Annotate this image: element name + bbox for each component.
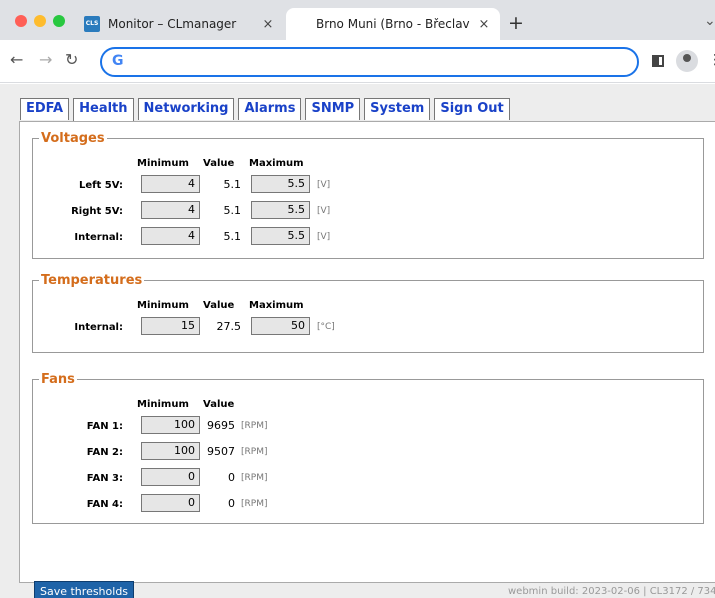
min-input[interactable]: 15: [141, 317, 200, 335]
tab-snmp[interactable]: SNMP: [305, 98, 361, 120]
min-input[interactable]: 100: [141, 416, 200, 434]
max-input[interactable]: 50: [251, 317, 310, 335]
browser-toolbar: ← → ↻ G ⋮: [0, 40, 715, 83]
header-value: Value: [203, 300, 235, 311]
tab-sign-out[interactable]: Sign Out: [434, 98, 510, 120]
tab-title: Monitor – CLmanager: [108, 17, 237, 31]
row-label: Left 5V:: [78, 180, 123, 191]
profile-icon[interactable]: [676, 50, 698, 72]
max-input[interactable]: 5.5: [251, 227, 310, 245]
header-value: Value: [203, 158, 235, 169]
temperatures-section: Temperatures Minimum Value Maximum Inter…: [32, 273, 704, 353]
current-value: 0: [228, 497, 235, 510]
menu-icon[interactable]: ⋮: [708, 51, 715, 69]
current-value: 9507: [207, 445, 235, 458]
header-minimum: Minimum: [137, 300, 189, 311]
header-maximum: Maximum: [249, 158, 304, 169]
row-label: FAN 1:: [86, 421, 123, 432]
browser-tab-brno[interactable]: Brno Muni (Brno - Břeclav - O ×: [286, 8, 500, 40]
unit-label: [RPM]: [241, 447, 268, 457]
nav-tabs: EDFA Health Networking Alarms SNMP Syste…: [20, 98, 514, 122]
current-value: 5.1: [223, 204, 242, 217]
row-label: FAN 4:: [86, 499, 123, 510]
health-panel: Voltages Minimum Value Maximum Left 5V: …: [19, 121, 715, 598]
row-label: Right 5V:: [71, 206, 123, 217]
current-value: 5.1: [223, 230, 242, 243]
max-input[interactable]: 5.5: [251, 175, 310, 193]
row-label: Internal:: [74, 232, 123, 243]
chevron-down-icon[interactable]: ⌄: [704, 13, 715, 29]
unit-label: [V]: [317, 232, 331, 242]
google-icon: G: [112, 53, 124, 69]
unit-label: [RPM]: [241, 473, 268, 483]
min-input[interactable]: 4: [141, 175, 200, 193]
new-tab-icon[interactable]: +: [508, 14, 524, 33]
tab-title: Brno Muni (Brno - Břeclav - O: [316, 17, 474, 31]
sidebar-icon[interactable]: [652, 55, 664, 67]
min-input[interactable]: 100: [141, 442, 200, 460]
unit-label: [RPM]: [241, 499, 268, 509]
tab-networking[interactable]: Networking: [137, 98, 235, 120]
window-close-button[interactable]: [15, 15, 27, 27]
unit-label: [°C]: [317, 322, 335, 332]
build-footer: webmin build: 2023-02-06 | CL3172 / 734: [508, 586, 715, 597]
max-input[interactable]: 5.5: [251, 201, 310, 219]
back-icon[interactable]: ←: [10, 51, 23, 69]
current-value: 0: [228, 471, 235, 484]
reload-icon[interactable]: ↻: [65, 51, 78, 69]
tab-health[interactable]: Health: [73, 98, 134, 122]
min-input[interactable]: 0: [141, 494, 200, 512]
browser-tab-monitor[interactable]: CLS Monitor – CLmanager ×: [80, 8, 284, 40]
min-input[interactable]: 4: [141, 201, 200, 219]
min-input[interactable]: 0: [141, 468, 200, 486]
section-title: Temperatures: [41, 273, 143, 288]
forward-icon[interactable]: →: [39, 51, 52, 69]
unit-label: [V]: [317, 180, 331, 190]
header-maximum: Maximum: [249, 300, 304, 311]
save-thresholds-button[interactable]: Save thresholds: [34, 581, 135, 598]
current-value: 5.1: [223, 178, 242, 191]
current-value: 9695: [207, 419, 235, 432]
tab-system[interactable]: System: [364, 98, 431, 120]
fans-section: Fans Minimum Value FAN 1: 100 9695 [RPM]…: [32, 372, 704, 524]
section-title: Voltages: [41, 131, 105, 146]
page-body: EDFA Health Networking Alarms SNMP Syste…: [0, 84, 715, 598]
row-label: FAN 3:: [86, 473, 123, 484]
min-input[interactable]: 4: [141, 227, 200, 245]
cls-favicon-icon: CLS: [84, 16, 100, 32]
unit-label: [RPM]: [241, 421, 268, 431]
address-bar[interactable]: G: [100, 47, 639, 77]
window-minimize-button[interactable]: [34, 15, 46, 27]
window-maximize-button[interactable]: [53, 15, 65, 27]
close-icon[interactable]: ×: [258, 17, 278, 32]
row-label: FAN 2:: [86, 447, 123, 458]
tab-edfa[interactable]: EDFA: [20, 98, 70, 120]
browser-tab-bar: CLS Monitor – CLmanager × Brno Muni (Brn…: [0, 0, 715, 40]
row-label: Internal:: [74, 322, 123, 333]
tab-alarms[interactable]: Alarms: [238, 98, 302, 120]
header-minimum: Minimum: [137, 399, 189, 410]
section-title: Fans: [41, 372, 75, 387]
close-icon[interactable]: ×: [474, 17, 494, 32]
current-value: 27.5: [216, 320, 242, 333]
header-minimum: Minimum: [137, 158, 189, 169]
header-value: Value: [203, 399, 235, 410]
voltages-section: Voltages Minimum Value Maximum Left 5V: …: [32, 131, 704, 259]
unit-label: [V]: [317, 206, 331, 216]
